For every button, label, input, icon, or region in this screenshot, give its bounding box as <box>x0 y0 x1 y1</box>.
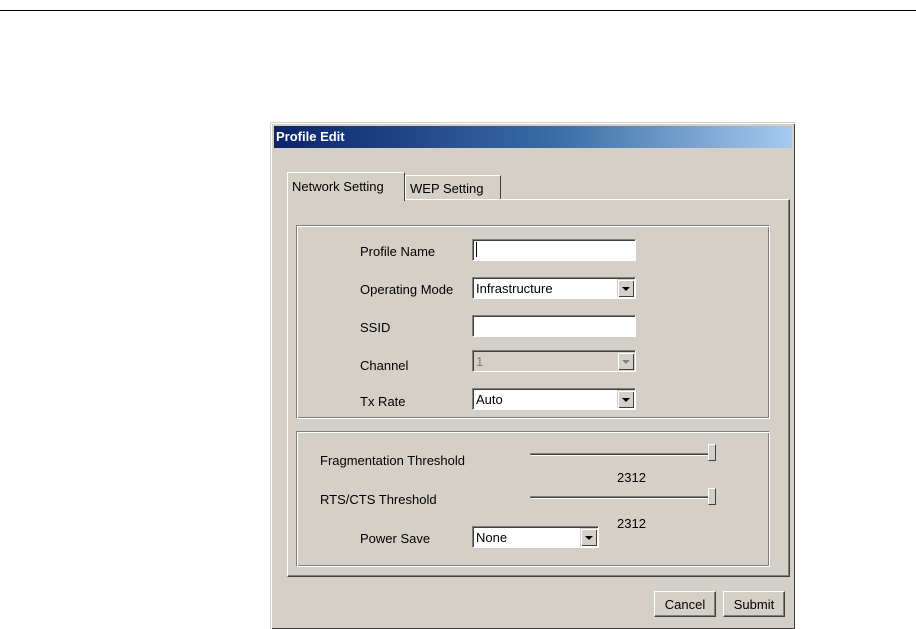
chevron-down-icon[interactable] <box>617 390 634 408</box>
chevron-down-icon[interactable] <box>617 279 634 297</box>
tab-network-setting-label: Network Setting <box>292 179 384 194</box>
tx-rate-value: Auto <box>476 392 503 407</box>
tab-wep-setting-label: WEP Setting <box>410 181 484 196</box>
ssid-label: SSID <box>360 320 391 335</box>
ssid-input[interactable] <box>472 315 636 337</box>
tab-wep-setting[interactable]: WEP Setting <box>405 175 501 199</box>
power-save-value: None <box>476 530 508 545</box>
operating-mode-label: Operating Mode <box>360 282 454 297</box>
fragmentation-threshold-label: Fragmentation Threshold <box>320 453 466 468</box>
tx-rate-label: Tx Rate <box>360 394 406 409</box>
text-caret <box>476 242 477 257</box>
submit-button[interactable]: Submit <box>723 591 785 617</box>
title-bar[interactable]: Profile Edit <box>274 126 792 148</box>
rts-cts-threshold-label: RTS/CTS Threshold <box>320 492 437 507</box>
chevron-down-icon <box>617 352 634 370</box>
channel-label: Channel <box>360 358 409 373</box>
advanced-group: Fragmentation Threshold 2312 RTS/CTS Thr… <box>296 431 770 567</box>
channel-value: 1 <box>476 354 484 369</box>
page-top-rule <box>0 10 916 11</box>
rts-cts-threshold-slider[interactable] <box>530 496 710 499</box>
profile-name-input[interactable] <box>472 239 636 261</box>
rts-cts-threshold-value: 2312 <box>617 516 646 531</box>
fragmentation-threshold-value: 2312 <box>617 470 646 485</box>
power-save-label: Power Save <box>360 531 431 546</box>
channel-select: 1 <box>472 350 636 372</box>
fragmentation-slider-thumb[interactable] <box>708 444 716 461</box>
network-group: Profile Name Operating Mode Infrastructu… <box>296 225 770 419</box>
power-save-select[interactable]: None <box>472 526 599 548</box>
dialog-title: Profile Edit <box>276 129 345 144</box>
rts-cts-slider-thumb[interactable] <box>708 488 716 505</box>
profile-name-label: Profile Name <box>360 244 436 259</box>
chevron-down-icon[interactable] <box>580 528 597 546</box>
cancel-button[interactable]: Cancel <box>654 591 716 617</box>
tx-rate-select[interactable]: Auto <box>472 388 636 410</box>
operating-mode-value: Infrastructure <box>476 281 553 296</box>
profile-edit-dialog: Profile Edit Network Setting WEP Setting… <box>270 122 795 629</box>
tab-network-setting[interactable]: Network Setting <box>287 172 405 201</box>
fragmentation-threshold-slider[interactable] <box>530 453 710 456</box>
operating-mode-select[interactable]: Infrastructure <box>472 277 636 299</box>
